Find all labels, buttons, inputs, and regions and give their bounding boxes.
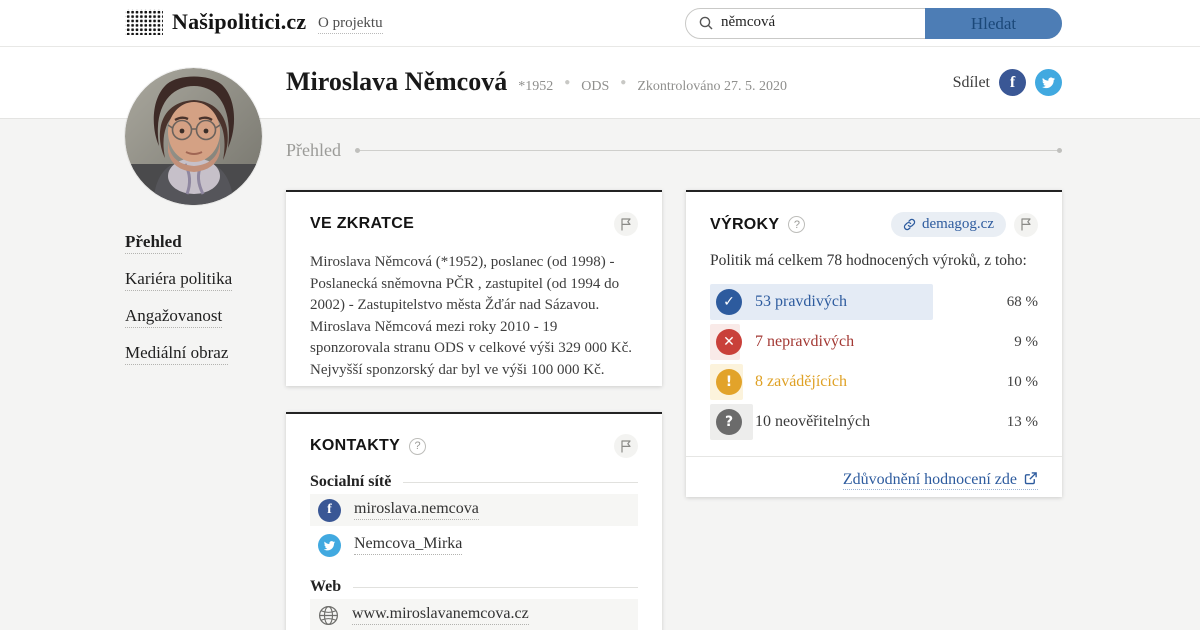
divider bbox=[353, 587, 638, 588]
summary-card: VE ZKRATCE Miroslava Němcová (*1952), po… bbox=[286, 190, 662, 386]
facebook-contact-row[interactable]: f miroslava.nemcova bbox=[310, 494, 638, 526]
check-circle-icon: ✓ bbox=[716, 289, 742, 315]
separator-dot: ● bbox=[620, 77, 626, 88]
divider bbox=[686, 456, 1062, 457]
website-contact-row[interactable]: www.miroslavanemcova.cz bbox=[310, 599, 638, 630]
x-circle-icon: ✕ bbox=[716, 329, 742, 355]
question-circle-icon: ? bbox=[716, 409, 742, 435]
statements-stats: ✓ 53 pravdivých 68 % ✕ 7 nepravdivých 9 … bbox=[710, 282, 1038, 442]
top-navbar: Našipolitici.cz O projektu Hledat bbox=[0, 0, 1200, 47]
stat-row-true: ✓ 53 pravdivých 68 % bbox=[710, 282, 1038, 322]
flag-icon bbox=[620, 218, 632, 231]
contacts-card-title: KONTAKTY bbox=[310, 437, 400, 455]
report-flag-button[interactable] bbox=[614, 212, 638, 236]
stat-row-misleading: ! 8 zavádějících 10 % bbox=[710, 362, 1038, 402]
search-input[interactable] bbox=[721, 8, 911, 37]
stat-label-link[interactable]: 8 zavádějících bbox=[755, 373, 847, 391]
share-facebook-icon[interactable]: f bbox=[999, 69, 1026, 96]
twitter-bird-icon bbox=[323, 539, 336, 552]
flag-icon bbox=[620, 440, 632, 453]
logo-dots-icon bbox=[125, 9, 163, 35]
website-link[interactable]: www.miroslavanemcova.cz bbox=[352, 605, 529, 625]
facebook-icon: f bbox=[318, 499, 341, 522]
search-icon bbox=[698, 15, 714, 31]
sidebar-item-angazovanost[interactable]: Angažovanost bbox=[125, 306, 275, 326]
separator-dot: ● bbox=[564, 77, 570, 88]
search-group: Hledat bbox=[685, 8, 1062, 39]
politician-name: Miroslava Němcová bbox=[286, 67, 507, 97]
help-icon[interactable]: ? bbox=[409, 438, 426, 455]
report-flag-button[interactable] bbox=[614, 434, 638, 458]
rating-explanation-link[interactable]: Zdůvodnění hodnocení zde bbox=[843, 471, 1038, 490]
logo-text: Našipolitici.cz bbox=[172, 9, 306, 35]
stat-label-link[interactable]: 10 neověřitelných bbox=[755, 413, 870, 431]
stat-row-false: ✕ 7 nepravdivých 9 % bbox=[710, 322, 1038, 362]
profile-photo bbox=[125, 68, 262, 205]
statements-card-title: VÝROKY bbox=[710, 216, 779, 234]
sidebar-item-kariera[interactable]: Kariéra politika bbox=[125, 269, 275, 289]
sidebar-item-prehled[interactable]: Přehled bbox=[125, 232, 275, 252]
search-button[interactable]: Hledat bbox=[925, 8, 1062, 39]
twitter-icon bbox=[318, 534, 341, 557]
facebook-handle-link[interactable]: miroslava.nemcova bbox=[354, 500, 479, 520]
stat-percent: 9 % bbox=[1014, 334, 1038, 351]
stat-label-link[interactable]: 53 pravdivých bbox=[755, 293, 847, 311]
twitter-handle-link[interactable]: Nemcova_Mirka bbox=[354, 535, 462, 555]
birth-year: *1952 bbox=[518, 79, 553, 95]
share-label: Sdílet bbox=[953, 74, 990, 92]
link-icon bbox=[903, 218, 916, 231]
demagog-source-link[interactable]: demagog.cz bbox=[891, 212, 1006, 237]
social-networks-header: Socialní sítě bbox=[310, 473, 391, 491]
site-logo[interactable]: Našipolitici.cz bbox=[125, 9, 306, 35]
party-label: ODS bbox=[581, 79, 609, 95]
checked-date: Zkontrolováno 27. 5. 2020 bbox=[637, 79, 787, 95]
flag-icon bbox=[1020, 218, 1032, 231]
exclamation-circle-icon: ! bbox=[716, 369, 742, 395]
report-flag-button[interactable] bbox=[1014, 213, 1038, 237]
stat-label-link[interactable]: 7 nepravdivých bbox=[755, 333, 854, 351]
statements-card: VÝROKY ? demagog.cz Politik má celkem 78… bbox=[686, 190, 1062, 497]
share-twitter-icon[interactable] bbox=[1035, 69, 1062, 96]
sidebar-item-medialni-obraz[interactable]: Mediální obraz bbox=[125, 343, 275, 363]
nav-about-link[interactable]: O projektu bbox=[318, 15, 383, 34]
globe-icon bbox=[318, 605, 339, 626]
twitter-bird-icon bbox=[1041, 75, 1056, 90]
divider bbox=[403, 482, 638, 483]
external-link-icon bbox=[1023, 471, 1038, 486]
stat-row-unverifiable: ? 10 neověřitelných 13 % bbox=[710, 402, 1038, 442]
sidebar-nav: Přehled Kariéra politika Angažovanost Me… bbox=[125, 232, 275, 380]
section-title: Přehled bbox=[286, 140, 341, 161]
help-icon[interactable]: ? bbox=[788, 216, 805, 233]
contacts-card: KONTAKTY ? Socialní sítě f miroslava.nem… bbox=[286, 412, 662, 630]
web-header: Web bbox=[310, 578, 341, 596]
twitter-contact-row[interactable]: Nemcova_Mirka bbox=[310, 529, 638, 561]
summary-text: Miroslava Němcová (*1952), poslanec (od … bbox=[310, 252, 638, 381]
stat-percent: 13 % bbox=[1007, 414, 1038, 431]
statements-intro: Politik má celkem 78 hodnocených výroků,… bbox=[710, 252, 1038, 270]
summary-card-title: VE ZKRATCE bbox=[310, 215, 414, 233]
section-header: Přehled bbox=[286, 139, 1062, 161]
section-divider bbox=[355, 150, 1062, 151]
stat-percent: 68 % bbox=[1007, 294, 1038, 311]
stat-percent: 10 % bbox=[1007, 374, 1038, 391]
